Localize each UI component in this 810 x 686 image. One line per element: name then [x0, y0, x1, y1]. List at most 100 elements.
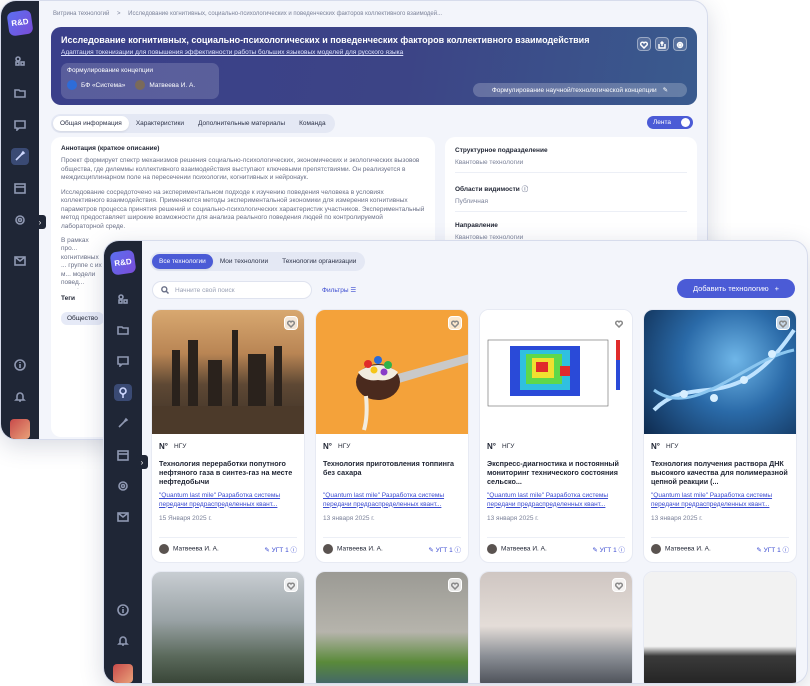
tab-org-technologies[interactable]: Технологии организации: [275, 254, 363, 269]
user-avatar[interactable]: [10, 419, 30, 439]
technology-card[interactable]: [643, 571, 797, 683]
user-avatar[interactable]: [113, 663, 133, 683]
project-subtitle-link[interactable]: Адаптация токенизации для повышения эффе…: [61, 49, 687, 56]
dna-image: [652, 328, 796, 412]
app-logo[interactable]: R&D: [6, 9, 34, 37]
nav-dashboard-icon[interactable]: [11, 53, 29, 71]
properties-panel: Структурное подразделение Квантовые техн…: [445, 137, 697, 257]
favorite-heart-icon[interactable]: [776, 316, 790, 330]
info-icon[interactable]: ⓘ: [522, 186, 529, 193]
sidebar-toggle-icon[interactable]: ›: [34, 215, 46, 229]
nav-dashboard-icon[interactable]: [114, 290, 132, 307]
refinery-image: [152, 330, 304, 434]
card-title[interactable]: Экспресс-диагностика и постоянный монито…: [487, 459, 625, 486]
bell-icon[interactable]: [114, 633, 132, 650]
breadcrumb-separator: >: [116, 11, 121, 17]
rocket-icon: ✎: [428, 547, 436, 554]
favorite-heart-icon[interactable]: [448, 578, 462, 592]
tab-characteristics[interactable]: Характеристики: [129, 116, 191, 131]
nav-calendar-icon[interactable]: [114, 446, 132, 463]
filter-icon: ☰: [350, 287, 357, 294]
nav-mail-icon[interactable]: [114, 508, 132, 525]
favorite-heart-icon[interactable]: [612, 316, 626, 330]
concept-block: Формулирование концепции БФ «Система» Ма…: [61, 63, 219, 99]
tab-general[interactable]: Общая информация: [53, 116, 129, 131]
technology-card[interactable]: [479, 571, 633, 683]
breadcrumb-root[interactable]: Витрина технологий: [53, 11, 109, 17]
card-title[interactable]: Технология приготовления топпинга без са…: [323, 459, 461, 486]
card-org-name: НГУ: [665, 443, 679, 450]
add-technology-button[interactable]: Добавить технологию +: [677, 279, 795, 298]
nav-settings-icon[interactable]: [11, 211, 29, 229]
tag-chip[interactable]: Общество: [61, 311, 104, 325]
tab-team[interactable]: Команда: [292, 116, 332, 131]
catalog-tabs: Все технологии Мои технологии Технологии…: [150, 252, 366, 271]
technology-card[interactable]: N° НГУ Технология приготовления топпинга …: [315, 309, 469, 563]
concept-label: Формулирование концепции: [67, 67, 154, 74]
nav-chat-icon[interactable]: [11, 116, 29, 134]
card-image: [316, 572, 468, 683]
info-icon[interactable]: ⓘ: [783, 547, 790, 554]
nav-folder-icon[interactable]: [114, 321, 132, 338]
search-input[interactable]: Начните свой поиск: [152, 281, 312, 299]
technology-card[interactable]: [151, 571, 305, 683]
technology-card[interactable]: N° НГУ Технология переработки попутного н…: [151, 309, 305, 563]
nav-settings-icon[interactable]: [114, 477, 132, 494]
favorite-heart-icon[interactable]: [284, 578, 298, 592]
share-button[interactable]: [655, 37, 669, 51]
card-project-link[interactable]: "Quantum last mile" Разработка системы п…: [159, 492, 297, 509]
app-logo[interactable]: R&D: [109, 249, 137, 276]
card-image: [644, 572, 796, 683]
sidebar-toggle-icon[interactable]: ›: [136, 455, 148, 469]
card-title[interactable]: Технология переработки попутного нефтяно…: [159, 459, 297, 486]
card-org: N° НГУ: [651, 442, 789, 451]
card-project-link[interactable]: "Quantum last mile" Разработка системы п…: [651, 492, 789, 509]
card-image: [152, 310, 304, 434]
nav-idea-icon[interactable]: [114, 383, 132, 401]
card-title[interactable]: Технология получения раствора ДНК высоко…: [651, 459, 789, 486]
annotation-paragraph: Исследование сосредоточено на эксперимен…: [61, 188, 425, 230]
card-org-name: НГУ: [173, 443, 187, 450]
org-logo-icon: [67, 80, 77, 90]
tab-all-technologies[interactable]: Все технологии: [152, 254, 213, 269]
info-icon[interactable]: [114, 602, 132, 619]
author-avatar: [487, 544, 497, 554]
nav-calendar-icon[interactable]: [11, 179, 29, 197]
feed-toggle[interactable]: Лента: [647, 116, 693, 129]
technology-card[interactable]: N° НГУ Технология получения раствора ДНК …: [643, 309, 797, 563]
annotation-paragraph: В рамках про... когнитивных ... группе с…: [61, 236, 102, 289]
settings-button[interactable]: [673, 37, 687, 51]
favorite-heart-icon[interactable]: [284, 316, 298, 330]
card-org-name: НГУ: [337, 443, 351, 450]
card-project-link[interactable]: "Quantum last mile" Разработка системы п…: [323, 492, 461, 509]
technology-card[interactable]: N° НГУ Экспресс-диагностика и постоянный …: [479, 309, 633, 563]
tab-materials[interactable]: Дополнительные материалы: [191, 116, 292, 131]
concept-stage-button[interactable]: Формулирование научной/технологической к…: [473, 83, 687, 97]
info-icon[interactable]: ⓘ: [619, 547, 626, 554]
nav-chat-icon[interactable]: [114, 352, 132, 369]
favorite-heart-icon[interactable]: [612, 578, 626, 592]
card-date: 13 января 2025 г.: [323, 515, 375, 522]
card-footer: Матвеева И. А. ✎ УГТ 1 ⓘ: [487, 537, 625, 554]
technology-card[interactable]: [315, 571, 469, 683]
filters-button[interactable]: Фильтры ☰: [322, 286, 356, 294]
nav-mail-icon[interactable]: [11, 252, 29, 270]
field-label: Структурное подразделение: [455, 147, 548, 154]
card-author: Матвеева И. А.: [337, 545, 383, 553]
info-icon[interactable]: ⓘ: [291, 547, 298, 554]
front-window: R&D › Все технологии Мои технологии Техн…: [103, 240, 808, 684]
nav-folder-icon[interactable]: [11, 84, 29, 102]
favorite-heart-icon[interactable]: [448, 316, 462, 330]
project-header: Исследование когнитивных, социально-псих…: [51, 27, 697, 105]
add-technology-label: Добавить технологию: [692, 284, 769, 293]
info-icon[interactable]: ⓘ: [455, 547, 462, 554]
nav-technology-icon[interactable]: [114, 415, 132, 432]
favorite-button[interactable]: [637, 37, 651, 51]
nav-technology-icon[interactable]: [11, 147, 29, 166]
bell-icon[interactable]: [11, 388, 29, 406]
tab-my-technologies[interactable]: Мои технологии: [213, 254, 275, 269]
info-icon[interactable]: [11, 356, 29, 374]
card-project-link[interactable]: "Quantum last mile" Разработка системы п…: [487, 492, 625, 509]
org-logo-icon: N°: [323, 442, 332, 451]
search-placeholder: Начните свой поиск: [175, 286, 235, 294]
